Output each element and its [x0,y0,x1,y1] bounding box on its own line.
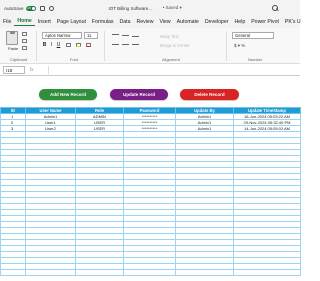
table-row: 2 User1 USER ********** Admin1 29-Nov-20… [0,119,301,126]
ribbon-tabs: File Home Insert Page Layout Formulas Da… [0,16,301,28]
title-bar: AutoSave On IOT Billing Software… • Save… [0,0,300,16]
alignment-group-label: Alignment [162,57,180,62]
align-center-icon[interactable] [122,44,129,45]
currency-format-button[interactable]: $ ▾ % [234,43,245,49]
align-top-icon[interactable] [112,34,119,35]
user-table: ID User Name Role Password Update By Upd… [0,107,301,276]
copy-icon[interactable] [22,39,27,43]
undo-icon[interactable] [48,5,54,11]
cut-icon[interactable] [22,32,27,36]
tab-review[interactable]: Review [134,19,157,25]
tab-view[interactable]: View [157,19,174,25]
table-row: 1 Admin1 ADMIN ********** Admin1 16-Jun-… [0,113,301,120]
formula-input[interactable] [48,66,298,74]
number-group-label: Number [248,57,263,62]
name-box[interactable]: I18 [3,66,25,74]
paste-icon[interactable] [6,31,18,45]
saved-status[interactable]: • Saved ▾ [163,5,182,11]
fx-icon[interactable]: fx [30,67,34,72]
search-icon[interactable] [270,3,282,13]
ribbon: Paste Clipboard Aptos Narrow 11 B I U Fo… [0,28,300,64]
borders-icon[interactable] [66,43,71,47]
bold-button[interactable]: B [42,42,47,48]
format-painter-icon[interactable] [22,46,27,50]
autosave-label: AutoSave [4,5,24,11]
tab-home[interactable]: Home [14,18,35,26]
align-right-icon[interactable] [132,44,139,45]
tab-file[interactable]: File [0,19,14,25]
empty-cell[interactable] [25,269,76,276]
fill-color-icon[interactable] [76,43,81,47]
empty-rows [0,131,301,276]
divider [226,31,227,61]
italic-button[interactable]: I [49,42,54,48]
tab-power-pivot[interactable]: Power Pivot [248,19,282,25]
formula-bar: I18 fx [0,64,300,76]
font-size-select[interactable]: 11 [84,32,98,39]
tab-pks-utility[interactable]: PK's U [282,19,304,25]
table-header-row: ID User Name Role Password Update By Upd… [0,107,301,114]
update-record-button[interactable]: Update Record [110,89,168,100]
cell-update-timestamp[interactable]: 29-Nov-2024 05:32:40 PM [233,119,301,126]
clipboard-group-label: Clipboard [10,57,28,62]
align-middle-icon[interactable] [122,35,129,36]
paste-label[interactable]: Paste [8,46,18,51]
font-color-icon[interactable] [86,43,91,47]
document-title[interactable]: IOT Billing Software… [109,6,153,11]
save-icon[interactable] [39,5,45,11]
font-group-label: Font [70,57,79,62]
tab-developer[interactable]: Developer [202,19,232,25]
toggle-label: On [26,6,32,11]
empty-table-row [0,269,301,276]
tab-insert[interactable]: Insert [35,19,54,25]
align-bottom-icon[interactable] [132,36,139,37]
divider [36,31,37,61]
empty-cell[interactable] [75,269,124,276]
tab-formulas[interactable]: Formulas [89,19,117,25]
tab-help[interactable]: Help [232,19,249,25]
empty-cell[interactable] [123,269,176,276]
underline-button[interactable]: U [56,42,61,48]
table-row: 3 User2 USER ********** Admin1 14-Jun-20… [0,125,301,132]
empty-cell[interactable] [0,269,26,276]
divider [104,31,105,61]
wrap-text-button[interactable]: Wrap Text [160,34,179,39]
merge-center-button[interactable]: Merge & Center [160,43,190,48]
autosave-toggle[interactable]: On [25,5,36,11]
delete-record-button[interactable]: Delete Record [180,89,239,100]
add-new-record-button[interactable]: Add New Record [39,89,97,100]
tab-automate[interactable]: Automate [174,19,202,25]
worksheet[interactable]: Add New Record Update Record Delete Reco… [0,76,301,281]
font-name-select[interactable]: Aptos Narrow [42,32,82,39]
tab-page-layout[interactable]: Page Layout [54,19,89,25]
align-left-icon[interactable] [112,44,119,45]
empty-cell[interactable] [233,269,301,276]
number-format-select[interactable]: General [232,32,274,39]
empty-cell[interactable] [175,269,234,276]
tab-data[interactable]: Data [117,19,134,25]
